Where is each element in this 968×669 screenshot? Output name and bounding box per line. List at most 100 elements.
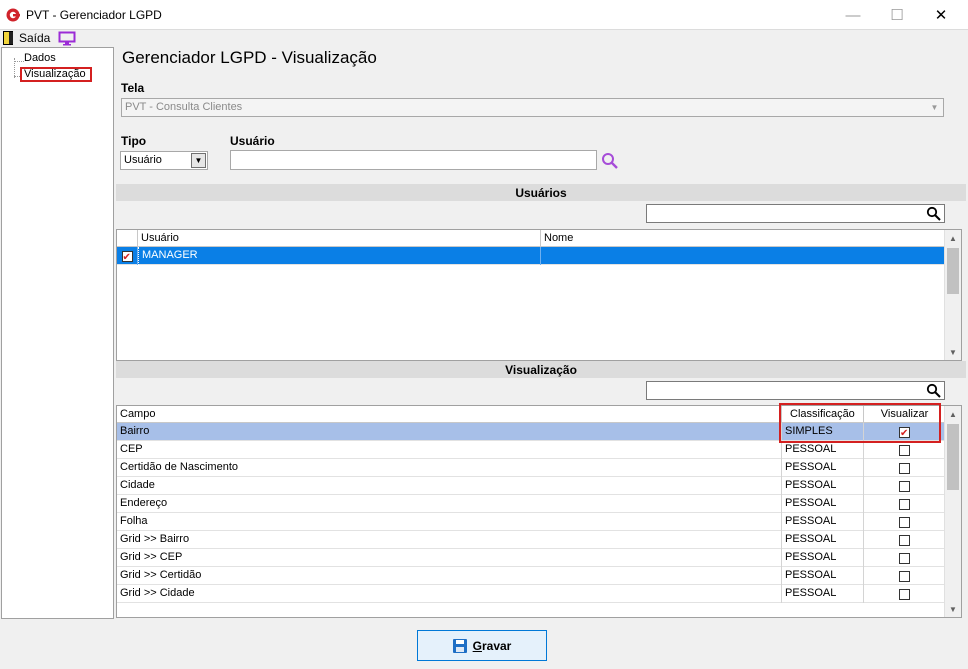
visualizar-checkbox[interactable] — [899, 444, 910, 456]
cell-visualizar[interactable] — [864, 567, 946, 585]
tela-label: Tela — [121, 81, 145, 95]
chevron-down-icon: ▼ — [930, 103, 939, 112]
visualizar-checkbox[interactable] — [899, 516, 910, 528]
cell-visualizar[interactable] — [864, 441, 946, 459]
visualizacao-section-header: Visualização — [116, 361, 966, 378]
visualizar-checkbox[interactable] — [899, 462, 910, 474]
table-row[interactable]: Folha PESSOAL — [117, 513, 946, 531]
visualizacao-scrollbar[interactable]: ▲ ▼ — [944, 406, 961, 617]
cell-classificacao: PESSOAL — [782, 531, 864, 549]
table-row[interactable]: Cidade PESSOAL — [117, 477, 946, 495]
cell-campo: Grid >> Certidão — [117, 567, 782, 585]
visualizar-checkbox[interactable] — [899, 498, 910, 510]
tela-select[interactable]: PVT - Consulta Clientes ▼ — [121, 98, 944, 117]
tree-item-visualizacao[interactable]: Visualização — [24, 68, 86, 80]
column-header-usuario[interactable]: Usuário — [138, 230, 541, 247]
scroll-down-icon[interactable]: ▼ — [945, 601, 961, 617]
scrollbar-thumb[interactable] — [947, 424, 959, 490]
scroll-down-icon[interactable]: ▼ — [945, 344, 961, 360]
app-logo-icon — [6, 8, 20, 22]
visualizar-checkbox[interactable] — [899, 552, 910, 564]
scroll-up-icon[interactable]: ▲ — [945, 230, 961, 246]
visualizacao-search-input[interactable] — [646, 381, 945, 400]
cell-visualizar[interactable] — [864, 495, 946, 513]
visualizar-checkbox[interactable] — [899, 480, 910, 492]
search-icon[interactable] — [926, 206, 942, 222]
title-bar: PVT - Gerenciador LGPD — ☐ ✕ — [0, 0, 968, 30]
row-checkbox[interactable] — [121, 249, 133, 265]
cell-campo: Endereço — [117, 495, 782, 513]
cell-campo: Grid >> Bairro — [117, 531, 782, 549]
column-header-campo[interactable]: Campo — [117, 406, 782, 423]
menu-bar: Saída — [0, 30, 968, 47]
page-title: Gerenciador LGPD - Visualização — [122, 48, 377, 67]
cell-classificacao: PESSOAL — [782, 549, 864, 567]
usuario-input[interactable] — [230, 150, 597, 170]
cell-campo: Grid >> Cidade — [117, 585, 782, 603]
menu-exit[interactable]: Saída — [19, 31, 50, 45]
maximize-button[interactable]: ☐ — [874, 0, 920, 30]
table-row[interactable]: CEP PESSOAL — [117, 441, 946, 459]
table-row[interactable]: Grid >> CEP PESSOAL — [117, 549, 946, 567]
cell-usuario: MANAGER — [138, 247, 541, 265]
cell-campo: Folha — [117, 513, 782, 531]
scroll-up-icon[interactable]: ▲ — [945, 406, 961, 422]
column-header-nome[interactable]: Nome — [541, 230, 946, 247]
monitor-icon[interactable] — [58, 31, 76, 46]
cell-classificacao: PESSOAL — [782, 441, 864, 459]
table-row[interactable]: Grid >> Bairro PESSOAL — [117, 531, 946, 549]
usuarios-scrollbar[interactable]: ▲ ▼ — [944, 230, 961, 360]
usuarios-grid-header: Usuário Nome — [117, 230, 946, 247]
close-button[interactable]: ✕ — [918, 0, 964, 30]
row-select-cell[interactable] — [117, 247, 138, 265]
visualizar-checkbox[interactable] — [899, 534, 910, 546]
cell-classificacao: PESSOAL — [782, 477, 864, 495]
cell-classificacao: PESSOAL — [782, 459, 864, 477]
save-label-accelerator: G — [472, 638, 482, 653]
cell-nome — [541, 247, 946, 265]
cell-classificacao: PESSOAL — [782, 513, 864, 531]
visualizar-checkbox[interactable] — [899, 588, 910, 600]
table-row[interactable]: MANAGER — [117, 247, 946, 265]
table-row[interactable]: Certidão de Nascimento PESSOAL — [117, 459, 946, 477]
usuarios-section-header: Usuários — [116, 184, 966, 201]
cell-campo: Cidade — [117, 477, 782, 495]
cell-visualizar[interactable] — [864, 459, 946, 477]
navigation-tree: Dados Visualização — [1, 47, 114, 619]
minimize-button[interactable]: — — [830, 0, 876, 30]
exit-door-icon[interactable] — [3, 31, 13, 45]
cell-visualizar[interactable] — [864, 531, 946, 549]
tipo-select[interactable]: Usuário ▼ — [120, 151, 208, 170]
tipo-label: Tipo — [121, 134, 147, 148]
cell-campo: Bairro — [117, 423, 782, 441]
cell-visualizar[interactable] — [864, 549, 946, 567]
search-icon[interactable] — [926, 383, 942, 399]
table-row[interactable]: Grid >> Cidade PESSOAL — [117, 585, 946, 603]
cell-campo: CEP — [117, 441, 782, 459]
search-icon[interactable] — [601, 152, 619, 170]
cell-visualizar[interactable] — [864, 477, 946, 495]
cell-classificacao: PESSOAL — [782, 585, 864, 603]
table-row[interactable]: Endereço PESSOAL — [117, 495, 946, 513]
save-button[interactable]: Gravar — [417, 630, 547, 661]
select-column-header — [117, 230, 138, 247]
cell-campo: Grid >> CEP — [117, 549, 782, 567]
usuarios-grid: Usuário Nome MANAGER ▲ ▼ — [116, 229, 962, 361]
chevron-down-icon: ▼ — [191, 153, 206, 168]
cell-visualizar[interactable] — [864, 585, 946, 603]
tipo-value: Usuário — [124, 154, 162, 166]
save-button-label: Gravar — [473, 639, 512, 653]
cell-classificacao: PESSOAL — [782, 567, 864, 585]
visualizar-checkbox[interactable] — [899, 570, 910, 582]
table-row[interactable]: Grid >> Certidão PESSOAL — [117, 567, 946, 585]
cell-campo: Certidão de Nascimento — [117, 459, 782, 477]
tela-value: PVT - Consulta Clientes — [125, 101, 243, 113]
tree-item-dados[interactable]: Dados — [24, 52, 56, 64]
usuario-label: Usuário — [230, 134, 275, 148]
cell-visualizar[interactable] — [864, 513, 946, 531]
save-label-rest: ravar — [481, 638, 512, 653]
scrollbar-thumb[interactable] — [947, 248, 959, 294]
usuarios-search-input[interactable] — [646, 204, 945, 223]
tree-connector — [14, 61, 24, 62]
floppy-disk-icon — [452, 638, 467, 653]
